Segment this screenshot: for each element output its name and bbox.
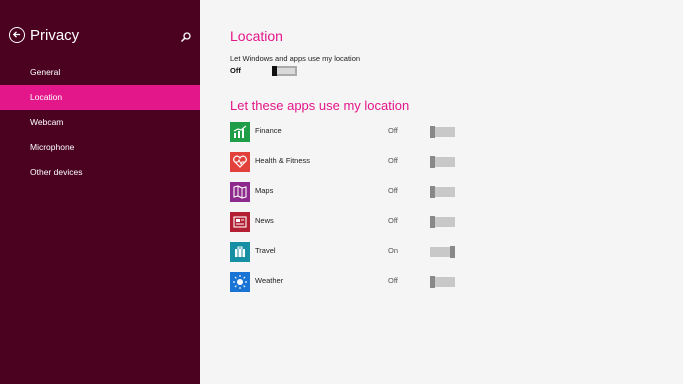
search-icon (180, 32, 191, 43)
sidebar-item-microphone[interactable]: Microphone (0, 135, 200, 160)
news-tile (230, 212, 250, 232)
app-name: Weather (255, 276, 284, 285)
news-toggle[interactable] (430, 216, 455, 228)
search-button[interactable] (180, 30, 192, 43)
toggle-thumb (450, 246, 455, 258)
sidebar-item-other-devices[interactable]: Other devices (0, 160, 200, 185)
sidebar-item-general[interactable]: General (0, 60, 200, 85)
finance-toggle[interactable] (430, 126, 455, 138)
back-arrow-icon (12, 31, 21, 38)
location-toggle[interactable] (272, 66, 297, 76)
app-state: Off (388, 156, 398, 165)
main-content: Location Let Windows and apps use my loc… (230, 0, 670, 384)
app-state: Off (388, 126, 398, 135)
app-name: Finance (255, 126, 282, 135)
app-row-weather: Weather Off (230, 272, 670, 292)
sidebar-item-location[interactable]: Location (0, 85, 200, 110)
health-fitness-toggle[interactable] (430, 156, 455, 168)
app-name: Health & Fitness (255, 156, 311, 165)
sidebar-title: Privacy (30, 27, 80, 44)
app-name: Maps (255, 186, 274, 195)
maps-tile (230, 182, 250, 202)
finance-tile (230, 122, 250, 142)
app-row-health-fitness: Health & Fitness Off (230, 152, 670, 172)
toggle-thumb (430, 126, 435, 138)
app-name: Travel (255, 246, 276, 255)
health-icon (233, 155, 247, 168)
location-state: Off (230, 66, 241, 75)
weather-toggle[interactable] (430, 276, 455, 288)
location-heading: Location (230, 28, 283, 44)
toggle-thumb (430, 156, 435, 168)
weather-icon (233, 275, 247, 289)
app-state: Off (388, 276, 398, 285)
app-row-finance: Finance Off (230, 122, 670, 142)
app-state: On (388, 246, 399, 255)
app-state: Off (388, 216, 398, 225)
sidebar: Privacy General Location Webcam Micropho… (0, 0, 200, 384)
health-tile (230, 152, 250, 172)
travel-toggle[interactable] (430, 246, 455, 258)
app-state: Off (388, 186, 398, 195)
toggle-thumb (430, 216, 435, 228)
maps-icon (233, 185, 247, 199)
app-row-maps: Maps Off (230, 182, 670, 202)
sidebar-item-webcam[interactable]: Webcam (0, 110, 200, 135)
travel-tile (230, 242, 250, 262)
finance-icon (233, 125, 247, 138)
sidebar-nav: General Location Webcam Microphone Other… (0, 60, 200, 185)
travel-icon (235, 246, 245, 257)
weather-tile (230, 272, 250, 292)
apps-heading: Let these apps use my location (230, 98, 410, 113)
maps-toggle[interactable] (430, 186, 455, 198)
app-row-news: News Off (230, 212, 670, 232)
news-icon (233, 216, 247, 228)
toggle-thumb (430, 186, 435, 198)
location-description: Let Windows and apps use my location (230, 54, 361, 63)
back-button[interactable] (9, 27, 25, 43)
app-name: News (255, 216, 274, 225)
toggle-thumb (272, 66, 277, 76)
toggle-thumb (430, 276, 435, 288)
app-row-travel: Travel On (230, 242, 670, 262)
